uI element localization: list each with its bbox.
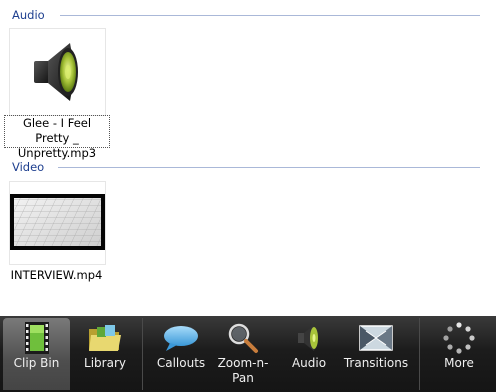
more-dots-icon (439, 320, 479, 356)
transitions-button[interactable]: Transitions (340, 318, 412, 390)
audio-button[interactable]: Audio (282, 318, 336, 390)
clip-bin-panel: Audio Glee - I Feel Pretty _ Unpretty.mp… (0, 0, 496, 316)
video-section-label: Video (12, 160, 45, 174)
more-button[interactable]: More (426, 318, 492, 390)
video-section-header: Video (12, 159, 488, 175)
library-label: Library (84, 356, 126, 370)
folder-icon (85, 320, 125, 356)
section-divider (60, 15, 480, 16)
callouts-label: Callouts (156, 356, 206, 370)
video-clip-thumbnail[interactable] (9, 181, 106, 265)
section-divider (58, 167, 480, 168)
transitions-label: Transitions (343, 356, 409, 370)
audio-section-label: Audio (12, 8, 45, 22)
callouts-button[interactable]: Callouts (150, 318, 212, 390)
toolbar-separator (419, 318, 420, 390)
clip-bin-label: Clip Bin (13, 356, 60, 370)
video-clip-name[interactable]: INTERVIEW.mp4 (9, 268, 104, 283)
speech-bubble-icon (161, 320, 201, 356)
film-strip-icon (17, 320, 57, 356)
clip-bin-button[interactable]: Clip Bin (3, 318, 70, 390)
zoom-n-pan-button[interactable]: Zoom-n-Pan (214, 318, 272, 390)
zoom-n-pan-label: Zoom-n-Pan (217, 356, 269, 385)
transitions-icon (356, 320, 396, 356)
audio-section-header: Audio (12, 7, 488, 23)
library-button[interactable]: Library (72, 318, 138, 390)
speaker-icon (34, 43, 78, 101)
task-toolbar: Clip Bin Library Callouts Zoom-n-Pan Aud… (0, 316, 496, 392)
more-label: More (444, 356, 474, 370)
audio-label: Audio (291, 356, 327, 370)
audio-clip-thumbnail[interactable] (9, 28, 106, 116)
video-frame-preview (10, 194, 105, 250)
magnifier-icon (223, 320, 263, 356)
speaker-icon (289, 320, 329, 356)
audio-clip-name[interactable]: Glee - I Feel Pretty _ Unpretty.mp3 (4, 115, 110, 160)
toolbar-separator (142, 318, 143, 390)
